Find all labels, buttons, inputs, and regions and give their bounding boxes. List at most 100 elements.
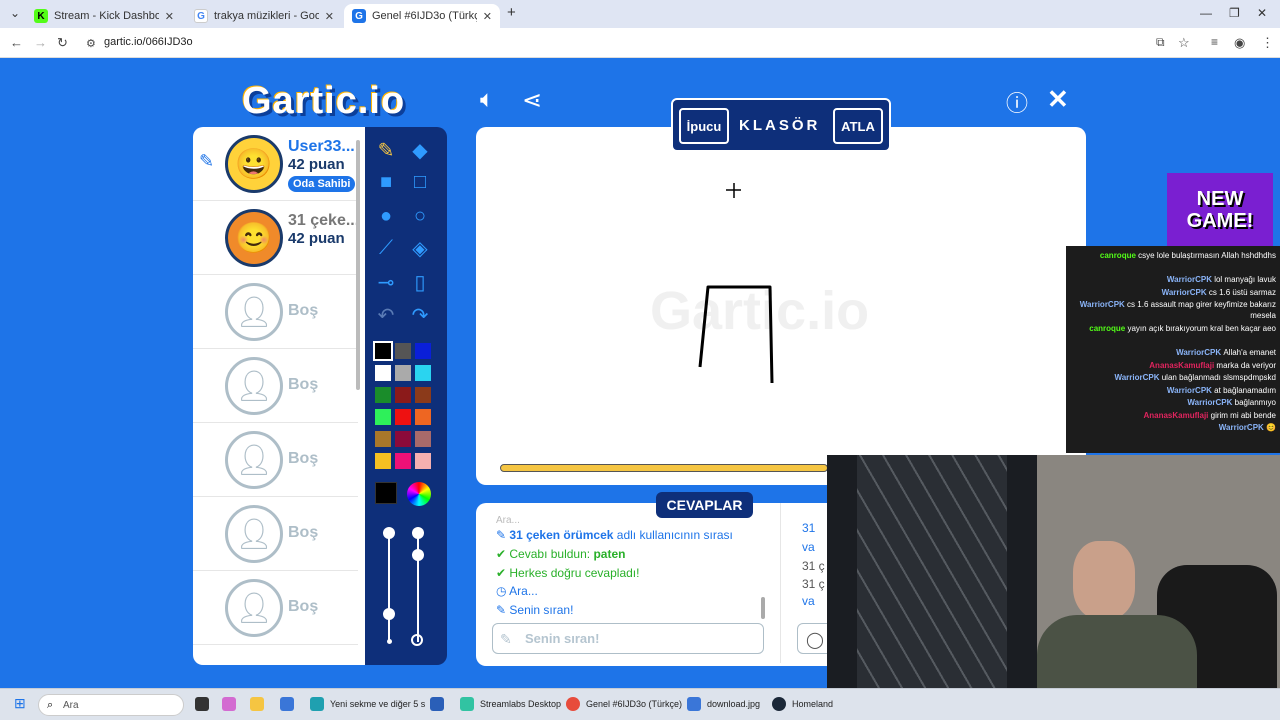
rectangle-tool-icon[interactable]: □: [407, 169, 433, 195]
forward-icon[interactable]: →: [34, 35, 47, 50]
browser-tab-gartic[interactable]: G Genel #6IJD3o (Türkçe) - Gartic ✕: [344, 4, 500, 28]
browser-tab-google[interactable]: G trakya müzikleri - Google'da Ar ✕: [186, 4, 342, 28]
slider-handle[interactable]: [383, 527, 395, 539]
empty-slot: 👤︎ Boş: [193, 571, 358, 645]
color-swatch[interactable]: [415, 409, 431, 425]
color-swatch[interactable]: [375, 409, 391, 425]
fill-bucket-tool-icon[interactable]: ◈: [407, 235, 433, 261]
close-icon[interactable]: ✕: [1047, 84, 1069, 115]
color-swatch[interactable]: [415, 365, 431, 381]
start-icon[interactable]: ⊞: [14, 695, 26, 712]
profile-icon[interactable]: ◉: [1234, 35, 1245, 51]
new-tab-button[interactable]: +: [507, 4, 516, 21]
slider-handle[interactable]: [412, 549, 424, 561]
new-page-icon[interactable]: ▯: [407, 269, 433, 295]
chat-input[interactable]: ◯: [797, 623, 827, 654]
store-icon[interactable]: [280, 697, 300, 711]
task-view-icon[interactable]: [195, 697, 215, 711]
share-icon[interactable]: ⋖: [522, 86, 542, 115]
copilot-icon[interactable]: [222, 697, 242, 711]
restore-icon[interactable]: ❐: [1229, 6, 1240, 20]
color-swatch[interactable]: [395, 387, 411, 403]
redo-icon[interactable]: ↷: [407, 302, 433, 328]
taskbar-item-chrome[interactable]: Genel #6IJD3o (Türkçe): [566, 697, 682, 711]
color-swatch[interactable]: [395, 409, 411, 425]
color-swatch[interactable]: [415, 387, 431, 403]
empty-avatar-icon: 👤︎: [225, 431, 283, 489]
taskbar-label: Streamlabs Desktop: [480, 699, 562, 709]
color-swatch[interactable]: [415, 343, 431, 359]
chat-text: csye lole bulaştırmasın Allah hshdhdhs: [1138, 251, 1276, 260]
stream-chat-message: AnanasKamuflaji girim mi abi bende: [1070, 410, 1276, 421]
color-swatch[interactable]: [415, 431, 431, 447]
color-swatch[interactable]: [373, 341, 393, 361]
url-input[interactable]: gartic.io/066IJD3o: [104, 36, 193, 48]
color-swatch[interactable]: [375, 431, 391, 447]
sound-icon[interactable]: 🔈︎: [480, 86, 494, 114]
bookmark-star-icon[interactable]: ☆: [1178, 35, 1190, 51]
line-tool-icon[interactable]: ⟋: [373, 235, 399, 261]
ad-banner[interactable]: NEW GAME!: [1167, 173, 1273, 246]
answer-line: ✔ Herkes doğru cevapladı!: [496, 566, 639, 580]
pencil-tool-icon[interactable]: ✎: [373, 137, 399, 163]
undo-icon[interactable]: ↶: [373, 302, 399, 328]
site-info-icon[interactable]: ⚙: [86, 37, 96, 50]
player-item[interactable]: ✎ 😀 User33... 42 puan Oda Sahibi: [193, 127, 358, 201]
taskbar-search[interactable]: ⌕ Ara: [38, 694, 184, 716]
taskbar-label: download.jpg: [707, 699, 761, 709]
close-tab-icon[interactable]: ✕: [165, 10, 174, 23]
close-tab-icon[interactable]: ✕: [325, 10, 334, 23]
filled-rectangle-tool-icon[interactable]: ■: [373, 169, 399, 195]
close-tab-icon[interactable]: ✕: [483, 10, 492, 23]
color-swatch[interactable]: [415, 453, 431, 469]
eyedropper-tool-icon[interactable]: ⊸: [373, 269, 399, 295]
tab-search-icon[interactable]: ⌄: [10, 6, 20, 20]
taskbar-item-photos[interactable]: download.jpg: [687, 697, 760, 711]
panel-divider: [780, 503, 781, 663]
color-swatch[interactable]: [375, 365, 391, 381]
install-icon[interactable]: ⧉: [1156, 35, 1165, 50]
color-swatch[interactable]: [395, 431, 411, 447]
player-item[interactable]: 😊 31 çeke... 42 puan: [193, 201, 359, 275]
slider-handle[interactable]: [383, 608, 395, 620]
taskbar-label: Homeland: [792, 699, 834, 709]
circle-tool-icon[interactable]: ○: [407, 203, 433, 229]
pencil-icon: ✎: [496, 603, 510, 617]
player-name: User33...: [288, 138, 355, 155]
taskbar-item-edge[interactable]: Yeni sekme ve diğer 5 s: [310, 697, 425, 711]
answers-scrollbar[interactable]: [761, 597, 765, 619]
slider-handle[interactable]: [412, 527, 424, 539]
filled-circle-tool-icon[interactable]: ●: [373, 203, 399, 229]
color-swatch[interactable]: [395, 453, 411, 469]
back-icon[interactable]: ←: [10, 35, 23, 50]
vpn-icon[interactable]: [430, 697, 450, 711]
chat-text: ulan bağlanmadı slsmspdmpskd: [1161, 373, 1276, 382]
address-bar: ← → ↻ ⚙ gartic.io/066IJD3o ⧉ ☆ ≡ ◉ ⋮: [0, 28, 1280, 58]
taskbar-item-streamlabs[interactable]: Streamlabs Desktop: [460, 697, 561, 711]
file-explorer-icon[interactable]: [250, 697, 270, 711]
eraser-tool-icon[interactable]: ◆: [407, 137, 433, 163]
color-swatch[interactable]: [395, 343, 411, 359]
answer-input[interactable]: Senin sıran!: [492, 623, 764, 654]
browser-tab-kick[interactable]: K Stream - Kick Dashboard ✕: [26, 4, 182, 28]
minimize-icon[interactable]: —: [1200, 6, 1212, 20]
answers-title: CEVAPLAR: [656, 492, 753, 518]
tab-title: Genel #6IJD3o (Türkçe) - Gartic: [372, 10, 477, 22]
skip-button[interactable]: ATLA: [833, 108, 883, 144]
color-picker-icon[interactable]: [407, 482, 431, 506]
chrome-icon: [566, 697, 580, 711]
color-swatch[interactable]: [395, 365, 411, 381]
thickness-slider[interactable]: [388, 532, 390, 642]
google-favicon-icon: G: [194, 9, 208, 23]
empty-slot: 👤︎ Boş: [193, 423, 358, 497]
menu-icon[interactable]: ⋮: [1261, 35, 1274, 51]
color-swatch[interactable]: [375, 453, 391, 469]
info-icon[interactable]: ⓘ: [1006, 86, 1028, 118]
reload-icon[interactable]: ↻: [57, 35, 68, 51]
color-swatch[interactable]: [375, 387, 391, 403]
player-list-scrollbar[interactable]: [356, 140, 360, 390]
reading-list-icon[interactable]: ≡: [1211, 35, 1218, 49]
taskbar-item-steam[interactable]: Homeland: [772, 697, 833, 711]
close-window-icon[interactable]: ✕: [1257, 6, 1267, 20]
hint-button[interactable]: İpucu: [679, 108, 729, 144]
